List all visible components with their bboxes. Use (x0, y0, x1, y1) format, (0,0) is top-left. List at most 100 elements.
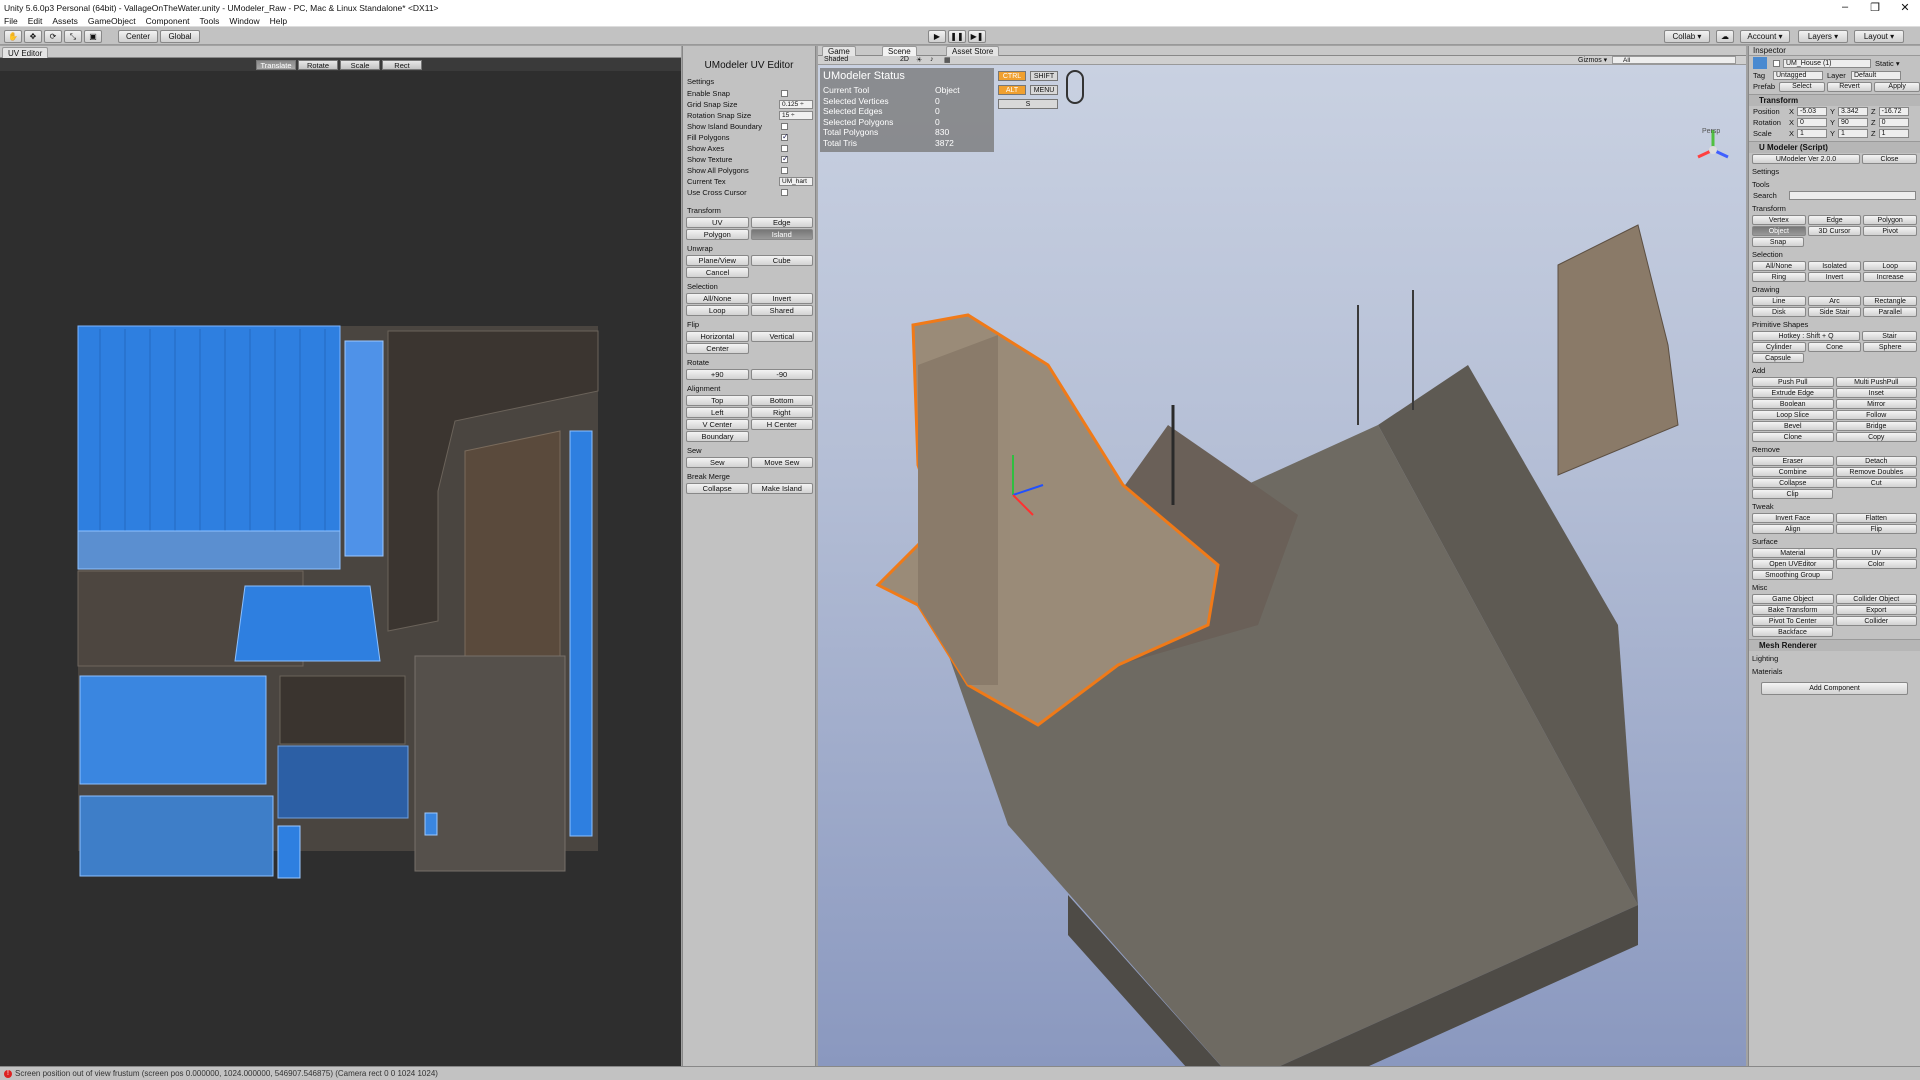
side-stair-button[interactable]: Side Stair (1807, 307, 1862, 317)
follow-button[interactable]: Follow (1835, 410, 1917, 420)
break-merge-section-header[interactable]: Break Merge (687, 472, 815, 481)
transform-tools-header[interactable]: Transform (1749, 204, 1920, 214)
inset-button[interactable]: Inset (1835, 388, 1917, 398)
detach-button[interactable]: Detach (1835, 456, 1917, 466)
sew-section-header[interactable]: Sew (687, 446, 815, 455)
uv-texture-atlas[interactable] (0, 71, 681, 1066)
object-mode-button[interactable]: Object (1752, 226, 1806, 236)
flip-center-button[interactable]: Center (686, 343, 749, 354)
cut-button[interactable]: Cut (1835, 478, 1917, 488)
rectangle-button[interactable]: Rectangle (1863, 296, 1918, 306)
uv-button[interactable]: UV (686, 217, 749, 228)
surface-tools-header[interactable]: Surface (1749, 537, 1920, 547)
minimize-button[interactable]: – (1830, 1, 1860, 14)
mode-rect-button[interactable]: Rect (382, 60, 422, 70)
scale-tool-icon[interactable]: ⤡ (64, 30, 82, 43)
polygon-button[interactable]: Polygon (686, 229, 749, 240)
position-x-field[interactable]: -5.03 (1797, 107, 1828, 116)
use-cross-cursor-checkbox[interactable] (781, 189, 788, 196)
tag-dropdown[interactable]: Untagged (1773, 71, 1823, 80)
shared-button[interactable]: Shared (750, 305, 813, 316)
smoothing-group-button[interactable]: Smoothing Group (1752, 570, 1833, 580)
tools-foldout[interactable]: Tools (1749, 180, 1920, 190)
umodeler-close-button[interactable]: Close (1862, 154, 1917, 164)
sphere-button[interactable]: Sphere (1863, 342, 1918, 352)
align-top-button[interactable]: Top (686, 395, 749, 406)
menu-component[interactable]: Component (146, 16, 190, 26)
extrude-edge-button[interactable]: Extrude Edge (1752, 388, 1834, 398)
capsule-button[interactable]: Capsule (1752, 353, 1804, 363)
tab-asset-store[interactable]: Asset Store (946, 46, 1000, 56)
uv-island-shutter[interactable] (277, 745, 409, 819)
tower-house[interactable] (1557, 224, 1679, 476)
scale-x-field[interactable]: 1 (1797, 129, 1828, 138)
menu-window[interactable]: Window (229, 16, 259, 26)
copy-button[interactable]: Copy (1835, 432, 1917, 442)
shading-mode-dropdown[interactable]: Shaded (824, 56, 848, 63)
transform-section-header[interactable]: Transform (687, 206, 815, 215)
tweak-tools-header[interactable]: Tweak (1749, 502, 1920, 512)
align-left-button[interactable]: Left (686, 407, 749, 418)
flip-button[interactable]: Flip (1835, 524, 1917, 534)
grid-snap-size-field[interactable]: 0.125 ÷ (779, 100, 813, 109)
vertex-button[interactable]: Vertex (1752, 215, 1806, 225)
prefab-revert-button[interactable]: Revert (1826, 81, 1873, 92)
polygon-mode-button[interactable]: Polygon (1863, 215, 1918, 225)
alignment-section-header[interactable]: Alignment (687, 384, 815, 393)
flip-horizontal-button[interactable]: Horizontal (686, 331, 749, 342)
console-status-bar[interactable]: ! Screen position out of view frustum (s… (0, 1066, 1920, 1080)
material-button[interactable]: Material (1752, 548, 1834, 558)
island-button[interactable]: Island (750, 229, 813, 240)
clone-button[interactable]: Clone (1752, 432, 1834, 442)
pivot-button[interactable]: Pivot (1863, 226, 1918, 236)
pivot-center-button[interactable]: Center (118, 30, 158, 43)
menu-gameobject[interactable]: GameObject (88, 16, 136, 26)
uv-island-wall-planks[interactable] (77, 325, 341, 542)
bake-transform-button[interactable]: Bake Transform (1752, 605, 1834, 615)
remove-doubles-button[interactable]: Remove Doubles (1835, 467, 1917, 477)
hand-tool-icon[interactable]: ✋ (4, 30, 22, 43)
uv-island-crate[interactable] (79, 675, 267, 785)
isolated-button[interactable]: Isolated (1807, 261, 1862, 271)
primitive-shapes-header[interactable]: Primitive Shapes (1749, 320, 1920, 330)
select-loop-button[interactable]: Loop (1863, 261, 1918, 271)
gizmos-dropdown[interactable]: Gizmos ▾ (1578, 56, 1607, 64)
close-window-button[interactable]: ✕ (1890, 1, 1920, 14)
cylinder-button[interactable]: Cylinder (1752, 342, 1806, 352)
move-tool-icon[interactable]: ✥ (24, 30, 42, 43)
surface-uv-button[interactable]: UV (1835, 548, 1917, 558)
eraser-button[interactable]: Eraser (1752, 456, 1834, 466)
clip-button[interactable]: Clip (1752, 489, 1833, 499)
boundary-button[interactable]: Boundary (686, 431, 749, 442)
scene-viewport[interactable] (818, 65, 1746, 1066)
move-sew-button[interactable]: Move Sew (750, 457, 813, 468)
edge-button[interactable]: Edge (750, 217, 813, 228)
select-all-none-button[interactable]: All/None (1752, 261, 1806, 271)
step-icon[interactable]: ▶❚ (968, 30, 986, 43)
cone-button[interactable]: Cone (1807, 342, 1862, 352)
rotation-y-field[interactable]: 90 (1838, 118, 1869, 127)
uv-island-long-strip[interactable] (569, 430, 593, 837)
umodeler-script-header[interactable]: U Modeler (Script) (1749, 141, 1920, 153)
uv-island-small[interactable] (277, 825, 301, 879)
inspector-tab[interactable]: Inspector (1749, 46, 1920, 56)
make-island-button[interactable]: Make Island (750, 483, 813, 494)
drawing-tools-header[interactable]: Drawing (1749, 285, 1920, 295)
all-none-button[interactable]: All/None (686, 293, 749, 304)
rotate-tool-icon[interactable]: ⟳ (44, 30, 62, 43)
show-texture-checkbox[interactable] (781, 154, 789, 163)
remove-tools-header[interactable]: Remove (1749, 445, 1920, 455)
uv-island-tiny[interactable] (424, 812, 438, 836)
account-button[interactable]: Account ▾ (1740, 30, 1790, 43)
object-name-field[interactable]: UM_House (1) (1783, 58, 1871, 68)
position-y-field[interactable]: 3.342 (1838, 107, 1869, 116)
prefab-select-button[interactable]: Select (1779, 81, 1825, 92)
current-tex-field[interactable]: UM_hart (779, 177, 813, 186)
uv-island-box[interactable] (234, 585, 381, 662)
menu-edit[interactable]: Edit (28, 16, 43, 26)
loop-button[interactable]: Loop (686, 305, 749, 316)
uv-island-ledge[interactable] (79, 795, 274, 877)
cube-button[interactable]: Cube (750, 255, 813, 266)
plane-view-button[interactable]: Plane/View (686, 255, 749, 266)
settings-section-header[interactable]: Settings (687, 77, 815, 86)
